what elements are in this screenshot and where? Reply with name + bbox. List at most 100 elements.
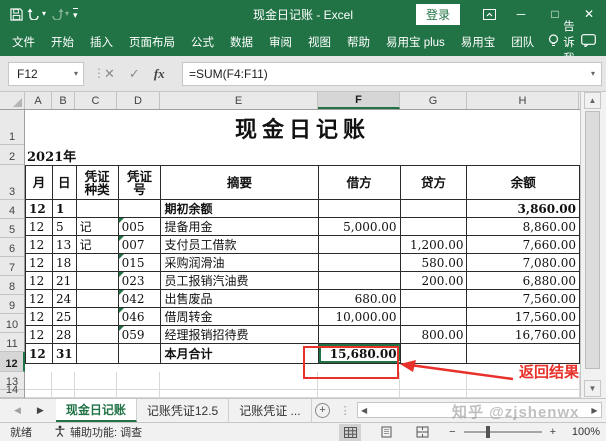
- col-header-e[interactable]: E: [160, 92, 318, 109]
- cell-e5[interactable]: 提备用金: [161, 218, 318, 236]
- row-header-14[interactable]: 14: [0, 390, 24, 398]
- normal-view-icon[interactable]: [339, 424, 361, 441]
- cell-g7[interactable]: 580.00: [400, 254, 467, 272]
- insert-function-icon[interactable]: fx: [154, 66, 165, 82]
- cell-f11[interactable]: [318, 326, 400, 344]
- cell-g8[interactable]: 200.00: [400, 272, 467, 290]
- cell-e8[interactable]: 员工报销汽油费: [161, 272, 318, 290]
- zoom-out-icon[interactable]: −: [449, 426, 455, 438]
- cell-f6[interactable]: [318, 236, 400, 254]
- cell-c12[interactable]: [76, 344, 118, 364]
- cell-d10[interactable]: 046: [118, 308, 161, 326]
- tab-formulas[interactable]: 公式: [183, 28, 222, 56]
- cancel-icon[interactable]: ✕: [104, 66, 115, 82]
- qat-customize-icon[interactable]: ▾: [73, 8, 78, 21]
- tab-data[interactable]: 数据: [222, 28, 261, 56]
- cell-e6[interactable]: 支付员工借款: [161, 236, 318, 254]
- cell-a10[interactable]: 12: [26, 308, 53, 326]
- ribbon-display-options-icon[interactable]: [474, 0, 504, 28]
- hdr-month[interactable]: 月: [26, 166, 53, 200]
- cell-h11[interactable]: 16,760.00: [467, 326, 580, 344]
- cell-b5[interactable]: 5: [52, 218, 76, 236]
- cell-d11[interactable]: 059: [118, 326, 161, 344]
- page-break-view-icon[interactable]: [411, 424, 433, 441]
- col-header-d[interactable]: D: [117, 92, 160, 109]
- cell-g9[interactable]: [400, 290, 467, 308]
- sheet-tab-voucher-more[interactable]: 记账凭证 ...: [229, 399, 311, 422]
- cell-f7[interactable]: [318, 254, 400, 272]
- cell-a11[interactable]: 12: [26, 326, 53, 344]
- cell-a12[interactable]: 12: [26, 344, 53, 364]
- name-box[interactable]: F12 ▾: [8, 62, 84, 86]
- tab-home[interactable]: 开始: [43, 28, 82, 56]
- col-header-c[interactable]: C: [75, 92, 117, 109]
- cell-g12[interactable]: [400, 344, 467, 364]
- row-header-10[interactable]: 10: [0, 314, 24, 333]
- cell-b7[interactable]: 18: [52, 254, 76, 272]
- login-button[interactable]: 登录: [416, 4, 460, 25]
- cell-d5[interactable]: 005: [118, 218, 161, 236]
- hdr-voucher-type[interactable]: 凭证种类: [76, 166, 118, 200]
- cell-b11[interactable]: 28: [52, 326, 76, 344]
- cell-c6[interactable]: 记: [76, 236, 118, 254]
- vertical-scrollbar[interactable]: ▲ ▼: [584, 92, 601, 397]
- tab-yiyongbao[interactable]: 易用宝: [453, 28, 504, 56]
- cell-h9[interactable]: 7,560.00: [467, 290, 580, 308]
- row-header-7[interactable]: 7: [0, 257, 24, 276]
- cell-b9[interactable]: 24: [52, 290, 76, 308]
- cell-f4[interactable]: [318, 200, 400, 218]
- cell-f5[interactable]: 5,000.00: [318, 218, 400, 236]
- cell-c4[interactable]: [76, 200, 118, 218]
- undo-icon[interactable]: ▾: [27, 8, 46, 20]
- cell-a5[interactable]: 12: [26, 218, 53, 236]
- add-sheet-button[interactable]: +: [312, 399, 334, 422]
- vertical-scroll-thumb[interactable]: [585, 111, 600, 369]
- cell-h4[interactable]: 3,860.00: [467, 200, 580, 218]
- undo-dropdown-icon[interactable]: ▾: [42, 10, 46, 18]
- row-header-12-selected[interactable]: 12: [0, 352, 25, 372]
- hdr-credit[interactable]: 贷方: [400, 166, 467, 200]
- cell-d12[interactable]: [118, 344, 161, 364]
- cell-g4[interactable]: [400, 200, 467, 218]
- row-header-1[interactable]: 1: [0, 110, 24, 145]
- cell-e11[interactable]: 经理报销招待费: [161, 326, 318, 344]
- cell-d8[interactable]: 023: [118, 272, 161, 290]
- name-box-dropdown-icon[interactable]: ▾: [74, 70, 78, 78]
- row-header-8[interactable]: 8: [0, 276, 24, 295]
- cell-f10[interactable]: 10,000.00: [318, 308, 400, 326]
- row-header-11[interactable]: 11: [0, 333, 24, 352]
- minimize-button[interactable]: ─: [504, 0, 538, 28]
- cell-a4[interactable]: 12: [26, 200, 53, 218]
- cell-h10[interactable]: 17,560.00: [467, 308, 580, 326]
- select-all-button[interactable]: [0, 92, 25, 109]
- page-layout-view-icon[interactable]: [375, 424, 397, 441]
- hscroll-right-icon[interactable]: ▶: [588, 406, 601, 415]
- cell-b10[interactable]: 25: [52, 308, 76, 326]
- cell-c5[interactable]: 记: [76, 218, 118, 236]
- tab-view[interactable]: 视图: [300, 28, 339, 56]
- sheet-tab-voucher-12-5[interactable]: 记账凭证12.5: [137, 399, 229, 422]
- cell-e9[interactable]: 出售废品: [161, 290, 318, 308]
- cell-b8[interactable]: 21: [52, 272, 76, 290]
- hdr-summary[interactable]: 摘要: [161, 166, 318, 200]
- cell-h5[interactable]: 8,860.00: [467, 218, 580, 236]
- row-header-6[interactable]: 6: [0, 238, 24, 257]
- zoom-in-icon[interactable]: +: [550, 426, 556, 438]
- cell-g11[interactable]: 800.00: [400, 326, 467, 344]
- cell-c8[interactable]: [76, 272, 118, 290]
- col-header-b[interactable]: B: [52, 92, 75, 109]
- horizontal-scrollbar[interactable]: ◀ ▶: [357, 402, 602, 418]
- cell-b4[interactable]: 1: [52, 200, 76, 218]
- col-header-a[interactable]: A: [25, 92, 52, 109]
- col-header-h[interactable]: H: [467, 92, 579, 109]
- cell-g6[interactable]: 1,200.00: [400, 236, 467, 254]
- sheet-nav-next-icon[interactable]: ▶: [37, 405, 44, 416]
- cell-c7[interactable]: [76, 254, 118, 272]
- tab-page-layout[interactable]: 页面布局: [121, 28, 183, 56]
- save-icon[interactable]: [10, 8, 23, 21]
- cell-g5[interactable]: [400, 218, 467, 236]
- cell-f8[interactable]: [318, 272, 400, 290]
- col-header-f-selected[interactable]: F: [318, 92, 400, 109]
- tab-yiyongbao-plus[interactable]: 易用宝 plus: [378, 28, 453, 56]
- cell-e7[interactable]: 采购润滑油: [161, 254, 318, 272]
